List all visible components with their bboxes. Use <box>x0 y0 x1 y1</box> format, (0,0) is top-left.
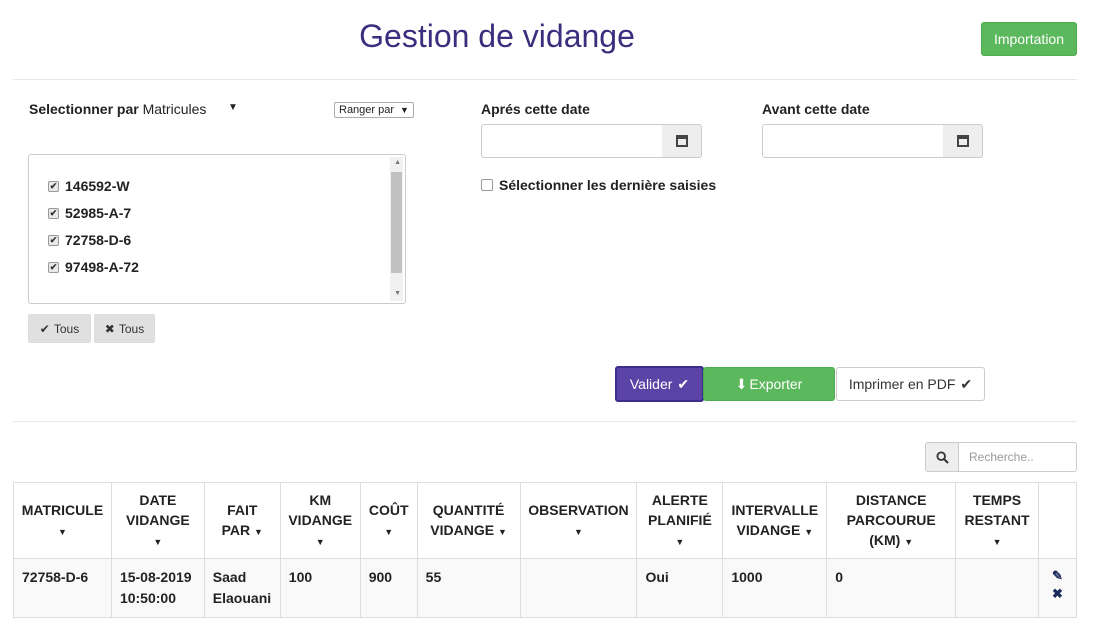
search-input[interactable] <box>958 442 1077 472</box>
table-row: 72758-D-6 15-08-2019 10:50:00 Saad Elaouan… <box>13 558 1077 618</box>
export-label: Exporter <box>749 376 803 392</box>
col-header-km-vidange[interactable]: KM VIDANGE ▼ <box>279 482 361 559</box>
sort-caret-icon: ▼ <box>497 526 507 537</box>
matricule-label: 146592-W <box>65 178 130 194</box>
col-header-distance-parcourue[interactable]: DISTANCE PARCOURUE (KM) ▼ <box>826 482 957 559</box>
matricule-label: 52985-A-7 <box>65 205 132 221</box>
sort-caret-icon: ▼ <box>384 526 394 537</box>
close-icon: ✖ <box>104 321 115 336</box>
col-header-alerte-planifie[interactable]: ALERTE PLANIFIÉ ▼ <box>636 482 724 559</box>
matricule-label: 97498-A-72 <box>65 259 139 275</box>
sort-caret-icon: ▼ <box>904 536 914 547</box>
cell-km-vidange: 100 <box>279 558 361 618</box>
cell-observation <box>519 558 638 618</box>
calendar-button[interactable] <box>662 124 702 158</box>
matricule-listbox[interactable]: ✔ 146592-W ✔ 52985-A-7 ✔ 72758-D-6 ✔ 974… <box>28 154 406 304</box>
select-by-label: Selectionner par <box>29 101 139 117</box>
col-header-matricule[interactable]: MATRICULE ▼ <box>13 482 112 559</box>
sort-caret-icon: ▼ <box>153 536 163 547</box>
export-button[interactable]: ⬇ Exporter <box>703 367 835 401</box>
checkbox-checked[interactable]: ✔ <box>48 261 59 273</box>
cell-quantite: 55 <box>416 558 521 618</box>
sort-caret-icon: ▼ <box>254 526 263 537</box>
checkbox-checked[interactable]: ✔ <box>48 180 59 192</box>
sort-caret-icon: ▼ <box>58 526 67 537</box>
caret-down-icon[interactable]: ▼ <box>228 102 238 113</box>
edit-icon[interactable]: ✎ <box>1047 567 1068 585</box>
matricule-label: 72758-D-6 <box>65 232 132 248</box>
col-header-fait-par[interactable]: FAIT PAR ▼ <box>203 482 281 559</box>
before-date-input[interactable] <box>762 124 944 158</box>
col-header-actions <box>1038 482 1077 559</box>
col-header-date-vidange[interactable]: DATE VIDANGE ▼ <box>110 482 205 559</box>
cell-date-vidange: 15-08-2019 10:50:00 <box>110 558 205 618</box>
download-icon: ⬇ <box>735 375 748 392</box>
sort-caret-icon: ▼ <box>675 536 685 547</box>
caret-down-icon: ▼ <box>400 105 409 115</box>
sort-select[interactable]: Ranger par ▼ <box>334 102 414 118</box>
checkbox-checked[interactable]: ✔ <box>48 234 59 246</box>
cell-temps-restant <box>955 558 1039 618</box>
sort-caret-icon: ▼ <box>992 536 1002 547</box>
checkbox-checked[interactable]: ✔ <box>48 207 59 219</box>
check-icon: ✔ <box>39 321 50 336</box>
col-header-observation[interactable]: OBSERVATION ▼ <box>519 482 638 559</box>
col-header-temps-restant[interactable]: TEMPS RESTANT ▼ <box>955 482 1039 559</box>
before-date-label: Avant cette date <box>762 101 870 117</box>
list-item[interactable]: ✔ 97498-A-72 <box>48 259 139 275</box>
sort-select-label: Ranger par <box>339 104 395 116</box>
last-entries-checkbox[interactable]: Sélectionner les dernière saisies <box>481 177 716 193</box>
print-pdf-label: Imprimer en PDF <box>848 376 956 392</box>
divider <box>13 421 1077 422</box>
calendar-icon <box>675 135 688 147</box>
cell-fait-par: Saad Elaouani <box>203 558 281 618</box>
sort-caret-icon: ▼ <box>574 526 583 537</box>
after-date-label: Aprés cette date <box>481 101 590 117</box>
page-title: Gestion de vidange <box>359 18 635 54</box>
cell-cout: 900 <box>359 558 418 618</box>
scroll-up-icon[interactable]: ▲ <box>394 159 401 166</box>
scrollbar-thumb[interactable] <box>391 172 402 273</box>
scroll-down-icon[interactable]: ▼ <box>394 290 401 297</box>
oil-change-table: MATRICULE ▼ DATE VIDANGE ▼ FAIT PAR ▼ KM VIDA… <box>13 482 1077 618</box>
cell-actions: ✎ ✖ <box>1038 558 1077 618</box>
validate-button[interactable]: Valider ✔ <box>615 366 704 402</box>
search-button[interactable] <box>925 442 959 472</box>
calendar-icon <box>956 135 969 147</box>
delete-icon[interactable]: ✖ <box>1047 585 1068 603</box>
select-all-button[interactable]: ✔ Tous <box>28 314 91 343</box>
sort-caret-icon: ▼ <box>315 536 325 547</box>
table-header-row: MATRICULE ▼ DATE VIDANGE ▼ FAIT PAR ▼ KM VIDA… <box>13 482 1077 559</box>
cell-alerte: Oui <box>636 558 724 618</box>
sort-caret-icon: ▼ <box>804 526 814 537</box>
import-button[interactable]: Importation <box>981 22 1077 56</box>
cell-matricule: 72758-D-6 <box>13 558 112 618</box>
list-item[interactable]: ✔ 52985-A-7 <box>48 205 131 221</box>
check-icon: ✔ <box>677 375 690 392</box>
deselect-all-button[interactable]: ✖ Tous <box>94 314 155 343</box>
deselect-all-label: Tous <box>118 321 145 336</box>
list-item[interactable]: ✔ 72758-D-6 <box>48 232 131 248</box>
select-by-value: Matricules <box>142 101 207 117</box>
print-pdf-button[interactable]: Imprimer en PDF ✔ <box>836 367 985 401</box>
col-header-intervalle-vidange[interactable]: INTERVALLE VIDANGE ▼ <box>722 482 828 559</box>
cell-intervalle: 1000 <box>722 558 828 618</box>
col-header-quantite-vidange[interactable]: QUANTITÉ VIDANGE ▼ <box>416 482 521 559</box>
search-icon <box>935 450 949 464</box>
divider <box>13 79 1077 80</box>
list-item[interactable]: ✔ 146592-W <box>48 178 130 194</box>
validate-label: Valider <box>629 376 673 392</box>
check-icon: ✔ <box>960 375 973 392</box>
calendar-button[interactable] <box>943 124 983 158</box>
col-header-cout[interactable]: COÛT ▼ <box>359 482 418 559</box>
select-by-dropdown[interactable]: Selectionner par Matricules <box>29 101 206 117</box>
select-all-label: Tous <box>53 321 80 336</box>
after-date-input[interactable] <box>481 124 663 158</box>
checkbox-unchecked[interactable] <box>481 179 493 191</box>
cell-distance: 0 <box>826 558 957 618</box>
last-entries-label: Sélectionner les dernière saisies <box>499 177 717 193</box>
